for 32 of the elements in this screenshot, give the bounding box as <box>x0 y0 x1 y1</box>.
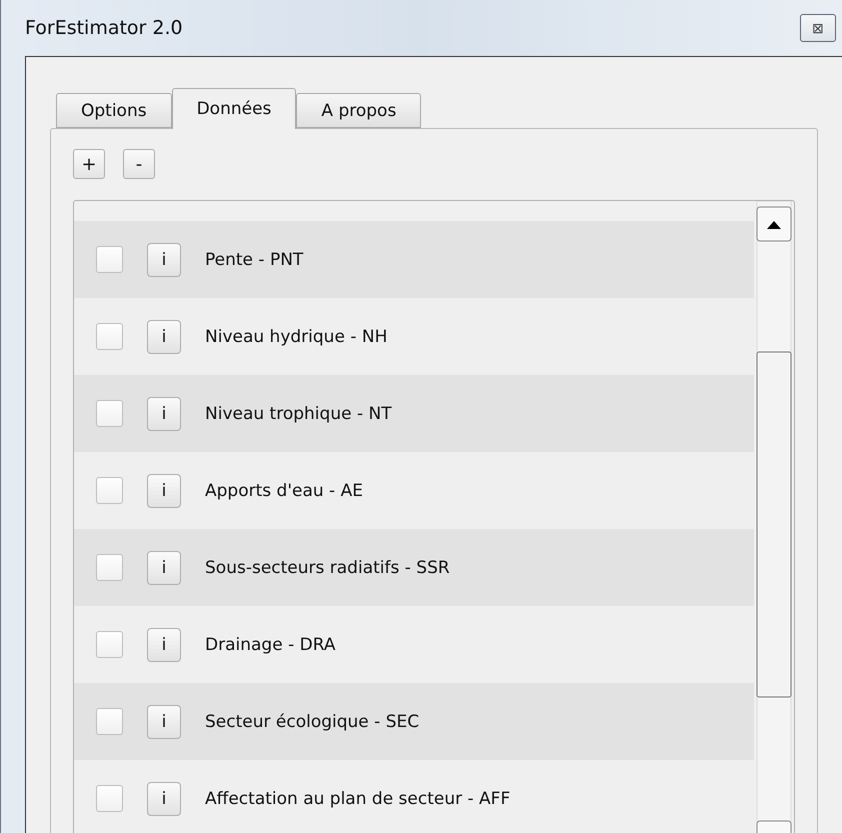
checkbox[interactable] <box>96 785 123 812</box>
checkbox[interactable] <box>96 400 123 427</box>
item-label: Pente - PNT <box>205 250 304 270</box>
item-label: Niveau trophique - NT <box>205 404 392 424</box>
checkbox[interactable] <box>96 631 123 658</box>
checkbox[interactable] <box>96 554 123 581</box>
checkbox[interactable] <box>96 477 123 504</box>
info-button[interactable]: i <box>147 242 181 276</box>
info-button[interactable]: i <box>147 474 181 508</box>
add-button[interactable]: + <box>73 149 105 179</box>
window-title: ForEstimator 2.0 <box>25 17 183 39</box>
item-label: Apports d'eau - AE <box>205 480 363 500</box>
item-label: Secteur écologique - SEC <box>205 712 420 732</box>
info-button[interactable]: i <box>147 396 181 430</box>
info-button[interactable]: i <box>147 550 181 584</box>
info-button[interactable]: i <box>147 704 181 738</box>
checkbox[interactable] <box>96 246 123 273</box>
item-label: Niveau hydrique - NH <box>205 326 388 346</box>
checkbox[interactable] <box>96 323 123 350</box>
scrollbar[interactable] <box>754 201 794 833</box>
item-label: Drainage - DRA <box>205 634 336 654</box>
checkbox[interactable] <box>96 708 123 735</box>
item-label: Affectation au plan de secteur - AFF <box>205 788 510 808</box>
item-label: Sous-secteurs radiatifs - SSR <box>205 558 450 578</box>
tab[interactable]: A propos <box>296 93 422 128</box>
info-button[interactable]: i <box>147 320 181 354</box>
info-button[interactable]: i <box>147 782 181 816</box>
remove-button[interactable]: - <box>123 149 155 179</box>
tab[interactable]: Données <box>172 88 296 129</box>
tab[interactable]: Options <box>56 93 172 128</box>
close-button[interactable]: ⊠ <box>800 14 836 42</box>
info-button[interactable]: i <box>147 628 181 662</box>
